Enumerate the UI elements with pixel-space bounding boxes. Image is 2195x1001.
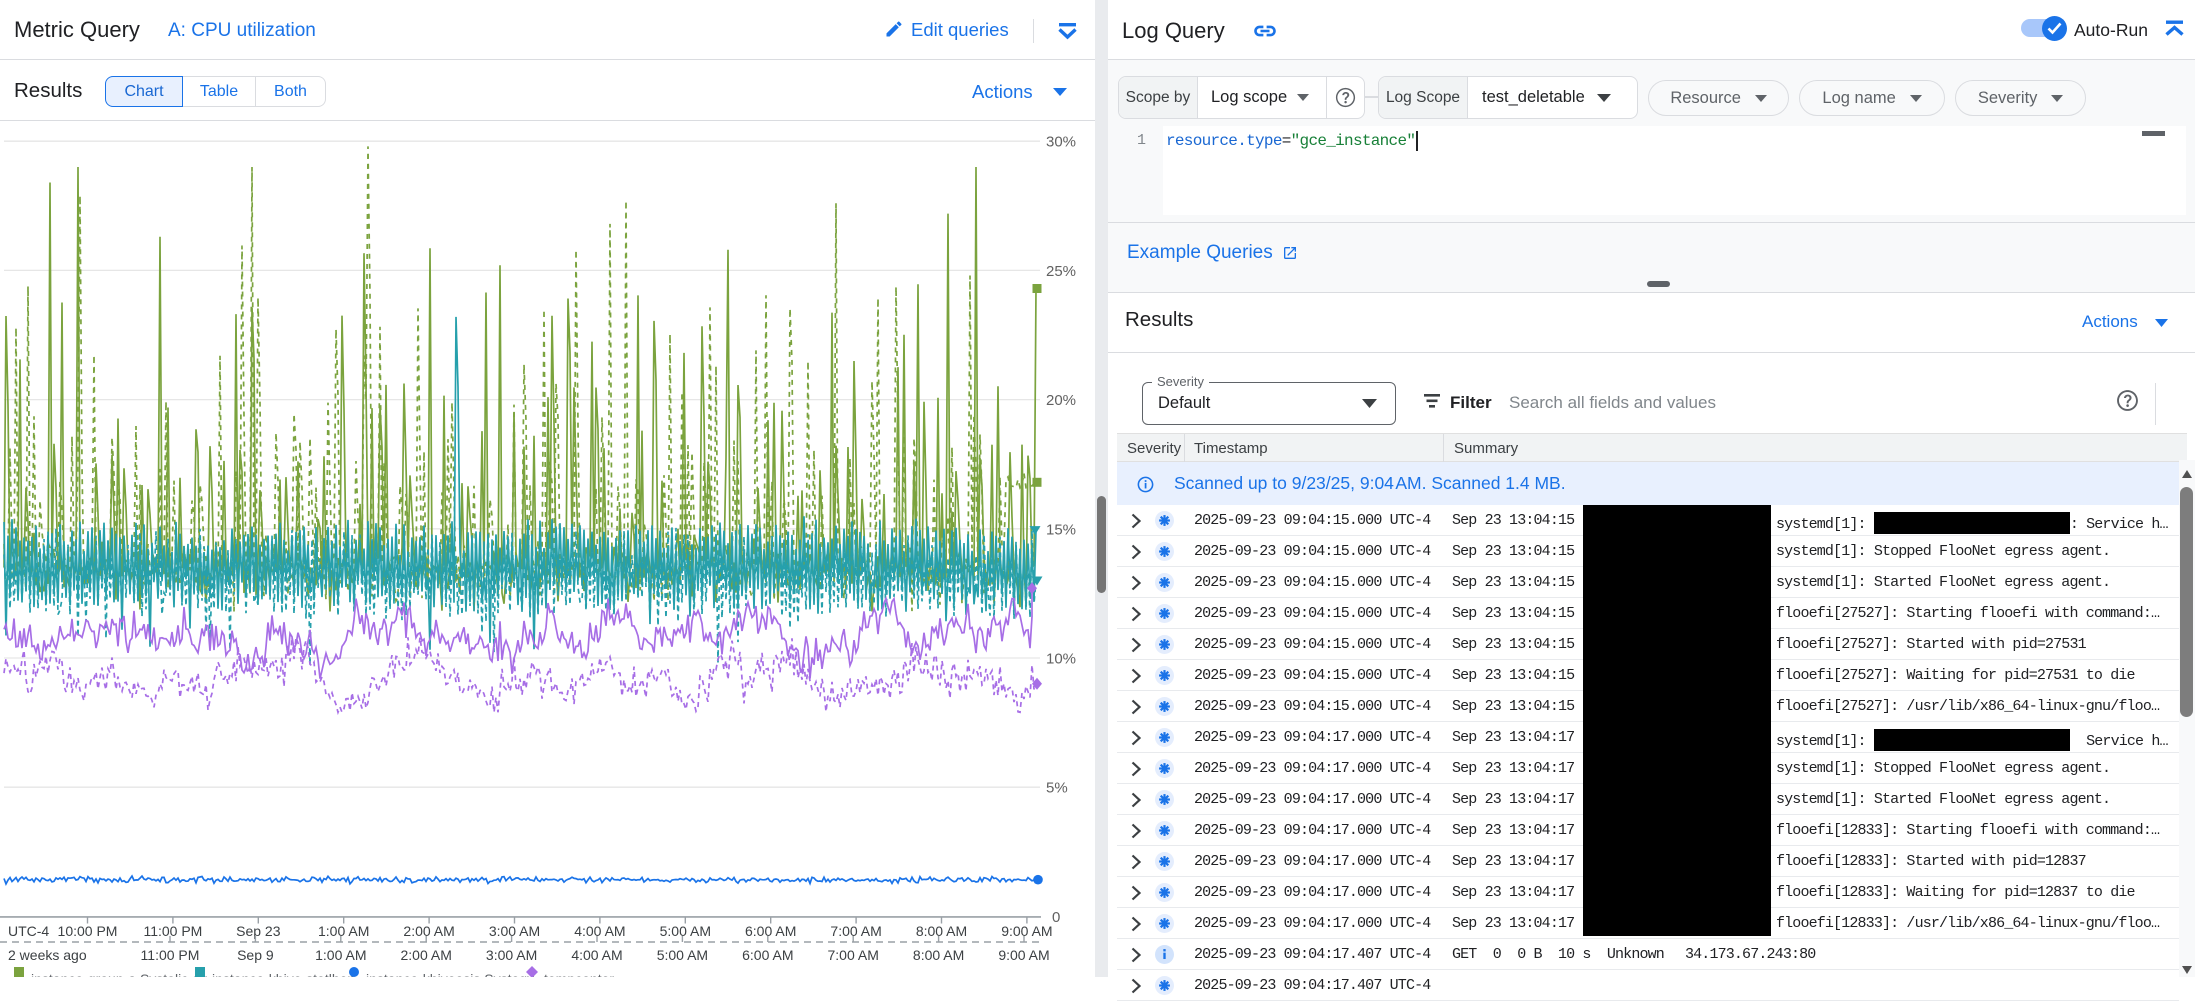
svg-text:3:00 AM: 3:00 AM — [489, 923, 540, 939]
svg-text:Sep 23: Sep 23 — [236, 923, 281, 939]
svg-text:5:00 AM: 5:00 AM — [657, 947, 708, 963]
svg-text:4:00 AM: 4:00 AM — [574, 923, 625, 939]
svg-text:0: 0 — [1052, 909, 1060, 926]
svg-text:UTC-4: UTC-4 — [8, 923, 49, 939]
svg-text:tempcontor: tempcontor — [544, 971, 614, 977]
svg-text:2:00 AM: 2:00 AM — [403, 923, 454, 939]
svg-text:10:00 PM: 10:00 PM — [58, 923, 118, 939]
svg-text:9:00 AM: 9:00 AM — [998, 947, 1049, 963]
svg-text:11:00 PM: 11:00 PM — [143, 923, 202, 939]
svg-text:4:00 AM: 4:00 AM — [571, 947, 622, 963]
svg-text:11:00 PM: 11:00 PM — [141, 947, 200, 963]
svg-text:instance-group-a Systolic gv: instance-group-a Systolic gv — [31, 971, 207, 977]
svg-text:1:00 AM: 1:00 AM — [318, 923, 369, 939]
svg-text:10%: 10% — [1046, 651, 1076, 668]
svg-text:8:00 AM: 8:00 AM — [916, 923, 967, 939]
svg-text:1:00 AM: 1:00 AM — [315, 947, 366, 963]
svg-text:9:00 AM: 9:00 AM — [1001, 923, 1052, 939]
svg-text:instance-khive-stetlhen: instance-khive-stetlhen — [212, 971, 355, 977]
svg-text:Sep 9: Sep 9 — [237, 947, 274, 963]
svg-text:2:00 AM: 2:00 AM — [401, 947, 452, 963]
svg-text:6:00 AM: 6:00 AM — [742, 947, 793, 963]
svg-text:30%: 30% — [1046, 134, 1076, 151]
svg-text:7:00 AM: 7:00 AM — [828, 947, 879, 963]
svg-text:5:00 AM: 5:00 AM — [660, 923, 711, 939]
svg-text:25%: 25% — [1046, 263, 1076, 280]
svg-text:8:00 AM: 8:00 AM — [913, 947, 964, 963]
svg-text:3:00 AM: 3:00 AM — [486, 947, 537, 963]
svg-text:2 weeks ago: 2 weeks ago — [8, 947, 87, 963]
svg-text:20%: 20% — [1046, 392, 1076, 409]
svg-text:7:00 AM: 7:00 AM — [830, 923, 881, 939]
svg-text:6:00 AM: 6:00 AM — [745, 923, 796, 939]
svg-text:15%: 15% — [1046, 521, 1076, 538]
svg-text:instance-khiveosis Systogy: instance-khiveosis Systogy — [366, 971, 534, 977]
svg-text:5%: 5% — [1046, 780, 1068, 797]
